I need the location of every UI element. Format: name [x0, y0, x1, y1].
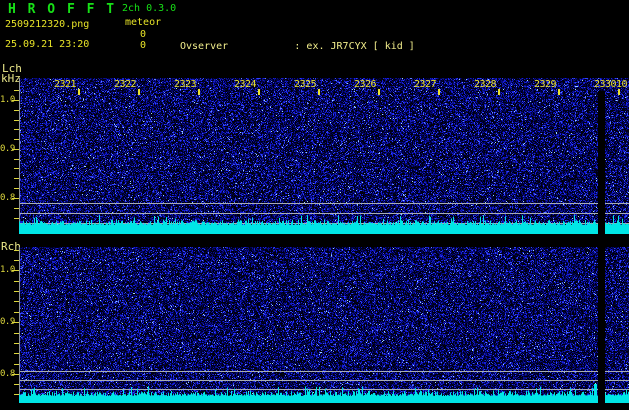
observer-line: Ovserver : ex. JR7CYX [ kid ]	[180, 41, 415, 52]
minor-tick	[14, 159, 19, 160]
major-tick	[12, 322, 19, 323]
rch-axis-name: Rch	[1, 240, 21, 253]
major-tick	[12, 100, 19, 101]
time-axis-label: 2322	[113, 79, 137, 90]
major-tick	[12, 198, 19, 199]
time-axis-label: 2330	[593, 79, 617, 90]
minor-tick	[14, 364, 19, 365]
time-axis-label: 2327	[413, 79, 437, 90]
minor-tick	[14, 139, 19, 140]
major-tick	[12, 374, 19, 375]
rch-spectrogram	[19, 247, 629, 403]
minor-tick	[14, 168, 19, 169]
meteor-counter-label: meteor	[125, 17, 162, 28]
minor-tick	[14, 312, 19, 313]
minor-tick	[14, 394, 19, 395]
time-axis-label: 2324	[233, 79, 257, 90]
minor-tick	[14, 301, 19, 302]
app-title: H R O F F T	[8, 2, 117, 17]
major-tick	[12, 149, 19, 150]
minor-tick	[14, 343, 19, 344]
minor-tick	[14, 218, 19, 219]
minor-tick	[14, 129, 19, 130]
time-axis-label: 2326	[353, 79, 377, 90]
minor-tick	[14, 188, 19, 189]
time-axis-label: 2321	[53, 79, 77, 90]
minor-tick	[14, 178, 19, 179]
lch-spectrogram	[19, 78, 629, 234]
time-axis-label: 2323	[173, 79, 197, 90]
minor-tick	[14, 281, 19, 282]
minor-tick	[14, 208, 19, 209]
time-axis-label: 2325	[293, 79, 317, 90]
time-axis-label: 2329	[533, 79, 557, 90]
app-version: 2ch 0.3.0	[122, 3, 177, 14]
major-tick	[12, 270, 19, 271]
minor-tick	[14, 333, 19, 334]
minor-tick	[14, 120, 19, 121]
hrofft-output-image: H R O F F T 2ch 0.3.0 2509212320.png met…	[0, 0, 629, 410]
time-axis-label-fragment: 10	[616, 79, 628, 90]
minor-tick	[14, 353, 19, 354]
khz-unit-label: kHz	[1, 72, 21, 85]
output-filename: 2509212320.png	[5, 19, 90, 30]
minor-tick	[14, 260, 19, 261]
time-axis-label: 2328	[473, 79, 497, 90]
minor-tick	[14, 291, 19, 292]
minor-tick	[14, 250, 19, 251]
minor-tick	[14, 110, 19, 111]
minor-tick	[14, 90, 19, 91]
meteor-count-1: 0	[140, 29, 147, 40]
minor-tick	[14, 384, 19, 385]
observation-datetime: 25.09.21 23:20	[5, 39, 90, 50]
meteor-count-2: 0	[140, 40, 147, 51]
